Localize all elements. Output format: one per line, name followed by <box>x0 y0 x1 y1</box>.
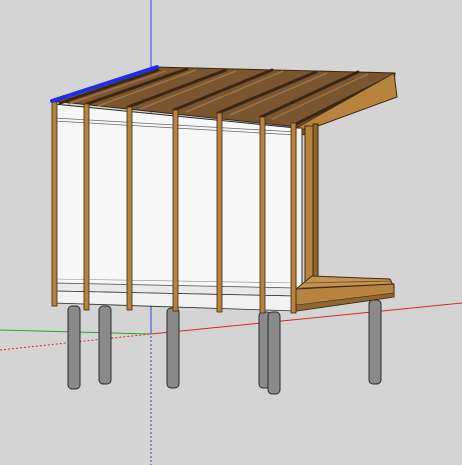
wall-stud[interactable] <box>126 106 133 311</box>
side-stud[interactable] <box>304 125 314 287</box>
post[interactable] <box>267 311 281 395</box>
side-stud[interactable] <box>312 123 319 283</box>
wall-stud[interactable] <box>216 112 223 313</box>
wall-stud[interactable] <box>83 103 90 311</box>
post[interactable] <box>98 305 112 385</box>
wall-stud[interactable] <box>259 116 266 314</box>
wall-stud[interactable] <box>290 122 297 314</box>
scene-canvas[interactable] <box>0 0 462 465</box>
wall-stud[interactable] <box>51 101 58 307</box>
post[interactable] <box>166 307 180 389</box>
side-stud[interactable] <box>295 127 303 297</box>
right-wall-frame[interactable] <box>295 123 319 297</box>
post[interactable] <box>368 299 382 385</box>
support-posts[interactable] <box>67 299 382 395</box>
post[interactable] <box>67 305 81 390</box>
wall-stud[interactable] <box>172 109 179 312</box>
modeling-viewport[interactable] <box>0 0 462 465</box>
